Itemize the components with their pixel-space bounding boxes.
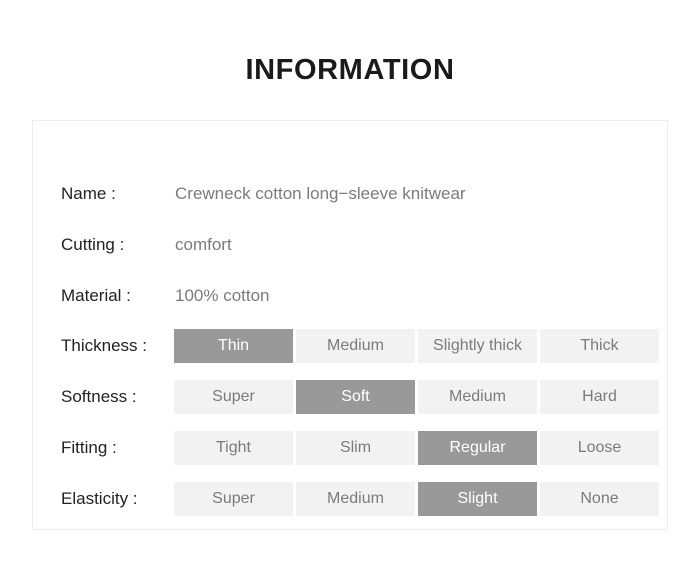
spec-row-material: Material : 100% cotton xyxy=(33,279,669,313)
option-softness-hard[interactable]: Hard xyxy=(540,380,659,414)
spec-row-elasticity: Elasticity : Super Medium Slight None xyxy=(33,482,669,516)
spec-row-cutting: Cutting : comfort xyxy=(33,228,669,262)
option-elasticity-medium[interactable]: Medium xyxy=(296,482,415,516)
option-softness-soft[interactable]: Soft xyxy=(296,380,415,414)
spec-label-material: Material : xyxy=(61,286,131,305)
option-group-fitting: Tight Slim Regular Loose xyxy=(174,431,659,465)
option-softness-medium[interactable]: Medium xyxy=(418,380,537,414)
spec-label-thickness: Thickness : xyxy=(61,336,147,355)
spec-label-fitting: Fitting : xyxy=(61,438,117,457)
spec-row-name: Name : Crewneck cotton long−sleeve knitw… xyxy=(33,177,669,211)
spec-row-thickness: Thickness : Thin Medium Slightly thick T… xyxy=(33,329,669,363)
option-elasticity-super[interactable]: Super xyxy=(174,482,293,516)
option-thickness-thin[interactable]: Thin xyxy=(174,329,293,363)
option-elasticity-none[interactable]: None xyxy=(540,482,659,516)
spec-row-fitting: Fitting : Tight Slim Regular Loose xyxy=(33,431,669,465)
option-fitting-tight[interactable]: Tight xyxy=(174,431,293,465)
option-thickness-slightly-thick[interactable]: Slightly thick xyxy=(418,329,537,363)
option-group-elasticity: Super Medium Slight None xyxy=(174,482,659,516)
option-thickness-medium[interactable]: Medium xyxy=(296,329,415,363)
spec-label-softness: Softness : xyxy=(61,387,137,406)
spec-label-elasticity: Elasticity : xyxy=(61,489,138,508)
spec-label-cutting: Cutting : xyxy=(61,235,125,254)
page-title: INFORMATION xyxy=(245,54,455,86)
option-fitting-loose[interactable]: Loose xyxy=(540,431,659,465)
spec-value-material: 100% cotton xyxy=(175,286,270,305)
information-page: INFORMATION Name : Crewneck cotton long−… xyxy=(0,0,700,562)
option-elasticity-slight[interactable]: Slight xyxy=(418,482,537,516)
spec-label-name: Name : xyxy=(61,184,116,203)
option-thickness-thick[interactable]: Thick xyxy=(540,329,659,363)
option-group-softness: Super Soft Medium Hard xyxy=(174,380,659,414)
option-softness-super[interactable]: Super xyxy=(174,380,293,414)
option-group-thickness: Thin Medium Slightly thick Thick xyxy=(174,329,659,363)
information-card: Name : Crewneck cotton long−sleeve knitw… xyxy=(32,120,668,530)
spec-value-name: Crewneck cotton long−sleeve knitwear xyxy=(175,184,466,203)
spec-value-cutting: comfort xyxy=(175,235,232,254)
spec-row-softness: Softness : Super Soft Medium Hard xyxy=(33,380,669,414)
option-fitting-slim[interactable]: Slim xyxy=(296,431,415,465)
option-fitting-regular[interactable]: Regular xyxy=(418,431,537,465)
